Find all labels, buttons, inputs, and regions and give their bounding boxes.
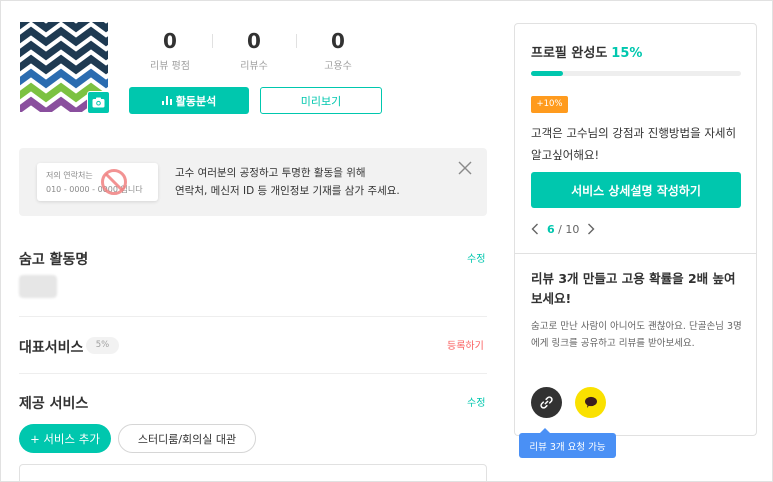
service-chip[interactable]: 스터디룸/회의실 대관	[118, 424, 256, 453]
completion-progress-fill	[531, 71, 563, 76]
stat-label: 리뷰수	[240, 61, 268, 72]
pager-total: 10	[565, 222, 580, 236]
review-description: 숨고로 만난 사람이 아니어도 괜찮아요. 단골손님 3명에게 링크를 공유하고…	[531, 321, 742, 349]
services-edit-link[interactable]: 수정	[467, 394, 485, 409]
completion-percent: 15%	[611, 46, 643, 61]
pager-separator: /	[558, 222, 562, 236]
add-service-button[interactable]: + 서비스 추가	[19, 424, 111, 453]
stat-value: 0	[331, 29, 345, 53]
stat-review-rating: 0 리뷰 평점	[128, 28, 212, 72]
stat-label: 리뷰 평점	[150, 61, 190, 72]
camera-icon	[92, 97, 105, 108]
stat-value: 0	[247, 29, 261, 53]
profile-completion-panel: 프로필 완성도 15% +10% 고객은 고수님의 강점과 진행방법을 자세히 알…	[514, 23, 757, 254]
share-link-button[interactable]	[531, 387, 562, 418]
main-service-title: 대표서비스	[19, 340, 84, 356]
profile-stats: 0 리뷰 평점 0 리뷰수 0 고용수	[128, 28, 384, 72]
stat-review-count: 0 리뷰수	[212, 28, 296, 72]
notice-line2: 연락처, 메신저 ID 등 개인정보 기재를 삼가 주세요.	[175, 185, 400, 197]
kakao-icon	[584, 396, 597, 408]
activity-analysis-label: 활동분석	[175, 94, 217, 108]
divider	[19, 373, 487, 374]
stat-label: 고용수	[324, 61, 352, 72]
notice-line1: 고수 여러분의 공정하고 투명한 활동을 위해	[175, 167, 366, 179]
bonus-badge: +10%	[531, 96, 568, 113]
completion-title-label: 프로필 완성도	[531, 46, 608, 61]
main-service-percent-badge: 5%	[86, 337, 119, 354]
pager-label: 6 / 10	[547, 223, 579, 236]
bar-chart-icon	[161, 96, 172, 105]
chevron-right-icon[interactable]	[587, 223, 595, 235]
camera-button[interactable]	[87, 91, 110, 114]
stat-value: 0	[163, 29, 177, 53]
completion-progress-bar	[531, 71, 741, 76]
notice-example-card: 저의 연락처는 010 - 0000 - 0000 입니다	[37, 163, 158, 201]
activity-name-edit-link[interactable]: 수정	[467, 250, 485, 265]
stat-hire-count: 0 고용수	[296, 28, 380, 72]
no-sign-icon	[101, 169, 127, 195]
services-title: 제공 서비스	[19, 396, 89, 412]
share-kakao-button[interactable]	[575, 387, 606, 418]
review-title: 리뷰 3개 만들고 고용 확률을 2배 높여보세요!	[531, 271, 736, 306]
write-service-detail-button[interactable]: 서비스 상세설명 작성하기	[531, 172, 741, 208]
completion-pager: 6 / 10	[531, 221, 595, 237]
review-request-tooltip: 리뷰 3개 요청 가능	[519, 428, 616, 458]
chevron-left-icon[interactable]	[531, 223, 539, 235]
activity-name-value	[19, 275, 57, 298]
notice-text: 고수 여러분의 공정하고 투명한 활동을 위해 연락처, 메신저 ID 등 개인…	[175, 164, 400, 200]
next-section-box	[19, 464, 487, 482]
preview-button[interactable]: 미리보기	[260, 87, 382, 114]
close-icon[interactable]	[457, 160, 473, 176]
privacy-notice: 저의 연락처는 010 - 0000 - 0000 입니다 고수 여러분의 공정…	[19, 148, 487, 216]
pager-current: 6	[547, 222, 555, 236]
activity-name-title: 숨고 활동명	[19, 252, 89, 268]
main-service-register-link[interactable]: 등록하기	[447, 337, 484, 352]
activity-analysis-button[interactable]: 활동분석	[129, 87, 249, 114]
completion-title: 프로필 완성도 15%	[531, 42, 642, 61]
link-icon	[540, 396, 553, 409]
divider	[19, 316, 487, 317]
review-request-panel: 리뷰 3개 만들고 고용 확률을 2배 높여보세요! 숨고로 만난 사람이 아니…	[514, 253, 757, 436]
completion-description: 고객은 고수님의 강점과 진행방법을 자세히 알고싶어해요!	[531, 126, 737, 162]
